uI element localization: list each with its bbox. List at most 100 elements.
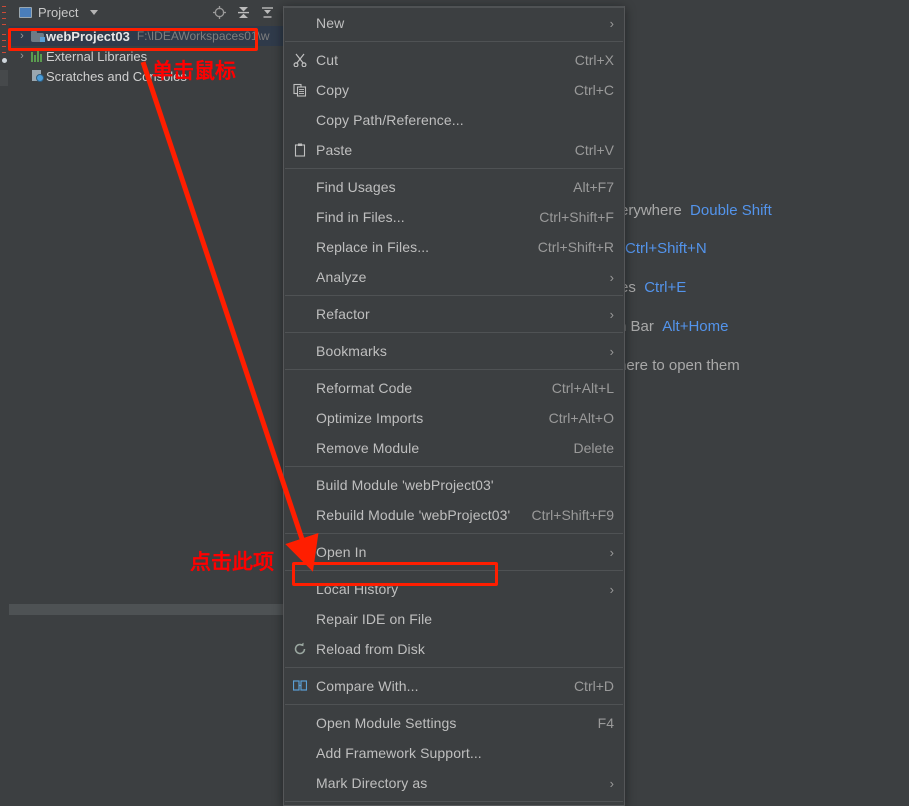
menu-icon-placeholder [284,470,316,500]
menu-item-copy-path-reference[interactable]: Copy Path/Reference... [284,105,624,135]
menu-item-label: Find in Files... [316,209,405,225]
menu-item-label: Bookmarks [316,343,387,359]
menu-item-build-module[interactable]: Build Module 'webProject03' [284,470,624,500]
menu-item-label: Local History [316,581,399,597]
menu-icon-placeholder [284,336,316,366]
menu-item-shortcut: Ctrl+Alt+O [548,410,614,426]
tip-navigation-bar: n Bar Alt+Home [618,318,728,335]
settings-icon[interactable] [260,5,275,20]
menu-icon-placeholder [284,500,316,530]
menu-item-rebuild-module[interactable]: Rebuild Module 'webProject03' Ctrl+Shift… [284,500,624,530]
menu-item-shortcut: Ctrl+Shift+R [537,239,614,255]
tree-label: External Libraries [46,48,148,64]
submenu-arrow-icon: › [609,306,614,322]
menu-icon-placeholder [284,299,316,329]
tree-row-webproject03[interactable]: › webProject03 F:\IDEAWorkspaces01\w [9,26,283,46]
menu-item-label: Repair IDE on File [316,611,433,627]
tree-row-scratches-and-consoles[interactable]: Scratches and Consoles [9,66,283,86]
menu-item-label: Replace in Files... [316,239,430,255]
tree-row-external-libraries[interactable]: › External Libraries [9,46,283,66]
project-panel-title: Project [38,4,79,20]
menu-item-open-module-settings[interactable]: Open Module Settings F4 [284,708,624,738]
paste-icon [284,135,316,165]
tip-search-everywhere: erywhere Double Shift [620,202,772,219]
tip-goto-file: Ctrl+Shift+N [625,240,707,257]
menu-separator [285,168,623,169]
menu-item-reload-from-disk[interactable]: Reload from Disk [284,634,624,664]
project-title-group[interactable]: Project [9,4,99,20]
menu-item-label: Cut [316,52,339,68]
project-tool-window: Project › webProject03 F:\IDEAWorkspaces… [9,0,283,615]
menu-icon-placeholder [284,262,316,292]
menu-item-label: New [316,15,345,31]
menu-item-compare-with[interactable]: Compare With... Ctrl+D [284,671,624,701]
menu-separator [285,369,623,370]
submenu-arrow-icon: › [609,343,614,359]
menu-item-mark-directory-as[interactable]: Mark Directory as › [284,768,624,798]
menu-item-paste[interactable]: Paste Ctrl+V [284,135,624,165]
module-folder-icon [29,30,46,42]
menu-item-bookmarks[interactable]: Bookmarks › [284,336,624,366]
menu-icon-placeholder [284,202,316,232]
menu-item-label: Open In [316,544,367,560]
chevron-right-icon[interactable]: › [15,50,29,62]
menu-item-new[interactable]: New › [284,8,624,38]
menu-item-label: Compare With... [316,678,419,694]
menu-item-label: Mark Directory as [316,775,428,791]
menu-separator [285,41,623,42]
menu-item-shortcut: Ctrl+C [573,82,614,98]
menu-item-remove-module[interactable]: Remove Module Delete [284,433,624,463]
libraries-icon [29,50,46,62]
menu-item-label: Optimize Imports [316,410,424,426]
menu-icon-placeholder [284,708,316,738]
scratches-icon [29,69,46,83]
menu-separator [285,704,623,705]
cut-icon [284,45,316,75]
menu-icon-placeholder [284,574,316,604]
tip-text: here to open them [618,357,740,374]
menu-separator [285,332,623,333]
menu-icon-placeholder [284,537,316,567]
tree-path: F:\IDEAWorkspaces01\w [136,29,270,43]
menu-item-cut[interactable]: Cut Ctrl+X [284,45,624,75]
submenu-arrow-icon: › [609,544,614,560]
menu-icon-placeholder [284,105,316,135]
tip-shortcut: Ctrl+E [644,279,687,296]
menu-item-add-framework-support[interactable]: Add Framework Support... [284,738,624,768]
menu-item-find-in-files[interactable]: Find in Files... Ctrl+Shift+F [284,202,624,232]
tip-drop-files: here to open them [618,357,740,374]
menu-item-shortcut: Ctrl+Shift+F9 [531,507,614,523]
menu-item-shortcut: Ctrl+Shift+F [539,209,614,225]
chevron-down-icon[interactable] [90,9,99,15]
project-panel-bottom-strip [9,604,283,615]
menu-separator [285,533,623,534]
menu-item-label: Reload from Disk [316,641,425,657]
project-icon [19,6,32,18]
submenu-arrow-icon: › [609,15,614,31]
menu-icon-placeholder [284,768,316,798]
menu-item-analyze[interactable]: Analyze › [284,262,624,292]
menu-item-label: Copy Path/Reference... [316,112,464,128]
menu-item-optimize-imports[interactable]: Optimize Imports Ctrl+Alt+O [284,403,624,433]
menu-item-refactor[interactable]: Refactor › [284,299,624,329]
collapse-all-icon[interactable] [236,5,251,20]
menu-item-reformat-code[interactable]: Reformat Code Ctrl+Alt+L [284,373,624,403]
menu-icon-placeholder [284,172,316,202]
menu-item-find-usages[interactable]: Find Usages Alt+F7 [284,172,624,202]
project-context-menu: New › Cut Ctrl+X Copy Ctrl+C Copy Path/R… [283,6,625,806]
menu-item-label: Copy [316,82,350,98]
menu-item-shortcut: Ctrl+Alt+L [551,380,614,396]
menu-item-shortcut: Ctrl+X [574,52,614,68]
project-panel-header: Project [9,0,283,24]
menu-item-local-history[interactable]: Local History › [284,574,624,604]
menu-item-label: Refactor [316,306,370,322]
select-opened-file-icon[interactable] [212,5,227,20]
menu-item-replace-in-files[interactable]: Replace in Files... Ctrl+Shift+R [284,232,624,262]
chevron-right-icon[interactable]: › [15,30,29,42]
menu-separator [285,295,623,296]
menu-item-open-in[interactable]: Open In › [284,537,624,567]
menu-item-shortcut: F4 [597,715,614,731]
menu-item-repair-ide-on-file[interactable]: Repair IDE on File [284,604,624,634]
menu-item-copy[interactable]: Copy Ctrl+C [284,75,624,105]
project-panel-actions [212,0,281,24]
